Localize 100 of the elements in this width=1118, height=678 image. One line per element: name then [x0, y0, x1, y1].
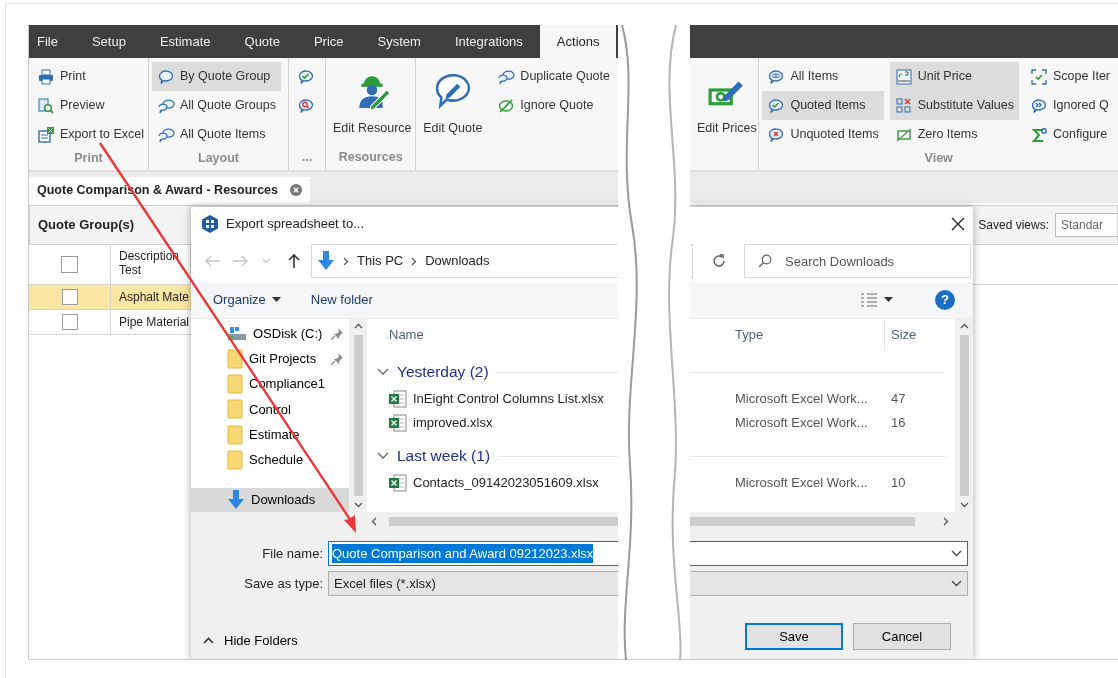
menu-tab[interactable]: Integrations — [437, 25, 540, 58]
scrollbar[interactable] — [349, 319, 367, 512]
ribbon-button[interactable]: All Items — [762, 62, 884, 91]
ribbon-button[interactable]: All Quote Groups — [152, 91, 281, 120]
file-size: 16 — [891, 414, 906, 433]
scroll-down-icon — [959, 502, 969, 508]
nav-item[interactable]: Schedule — [191, 447, 349, 473]
ribbon-button[interactable]: Edit Resource — [329, 62, 416, 146]
checkbox[interactable] — [61, 289, 78, 305]
folder-icon — [227, 424, 243, 445]
ribbon-button[interactable]: By Quote Group — [152, 62, 281, 91]
field-label: File name: — [261, 544, 324, 563]
scrollbar[interactable] — [191, 512, 618, 530]
chevron-down-icon — [951, 550, 962, 557]
column-header[interactable]: Name — [389, 325, 424, 345]
caret-icon — [271, 297, 281, 303]
chevron-down-icon — [262, 258, 271, 264]
ribbon-button[interactable]: Unit Price — [889, 62, 1019, 91]
dialog-button[interactable]: Save — [745, 623, 843, 650]
ribbon-button[interactable]: Ignored Q — [1025, 91, 1115, 120]
ribbon-button[interactable]: Configure — [1025, 120, 1115, 149]
field-label: Save as type: — [243, 574, 324, 593]
saved-view-field[interactable]: Standar — [1055, 213, 1117, 237]
chevron-down-icon — [951, 580, 962, 587]
download-arrow-icon — [317, 251, 335, 271]
scroll-up-icon — [959, 323, 969, 329]
address-bar[interactable] — [690, 244, 693, 278]
menu-tab[interactable]: Actions — [539, 25, 617, 58]
dialog-title: Export spreadsheet to... — [226, 214, 365, 233]
ribbon-button[interactable]: Preview — [32, 91, 150, 120]
arrow-bubble-icon — [1030, 97, 1048, 114]
menu-tab[interactable]: Price — [296, 25, 361, 58]
folder-icon — [227, 374, 243, 395]
help-button[interactable]: ? — [935, 290, 955, 310]
ribbon-button[interactable]: Duplicate Quote — [492, 62, 615, 91]
folder-icon — [227, 399, 243, 420]
pin-icon — [331, 327, 343, 340]
menu-tab[interactable]: Estimate — [142, 25, 228, 58]
dropdown-button[interactable] — [690, 541, 968, 566]
refresh-icon — [711, 254, 726, 268]
speech-bubbles-icon — [157, 97, 175, 114]
ribbon-button[interactable]: Unquoted Items — [762, 120, 884, 149]
scrollbar[interactable] — [955, 319, 973, 512]
file-type-dropdown[interactable]: Excel files (*.xlsx) — [328, 571, 618, 596]
column-header[interactable]: Size — [891, 325, 917, 345]
group-header[interactable]: Last week (1) — [397, 444, 491, 468]
menu-tab[interactable]: Quote — [227, 25, 297, 58]
menu-tab[interactable]: Setup — [74, 25, 143, 58]
ribbon-button[interactable]: All Quote Items — [152, 120, 281, 149]
check-bubble-icon — [297, 68, 315, 85]
speech-bubble-icon — [157, 68, 175, 85]
speech-bubbles-icon — [497, 68, 516, 85]
scroll-down-icon — [353, 502, 363, 508]
drive-icon — [227, 325, 247, 342]
x-bubble-icon — [767, 126, 786, 143]
slashed-circle-icon — [497, 97, 516, 114]
pin-icon — [331, 352, 343, 365]
search-bubble-icon — [297, 97, 315, 114]
breadcrumb-item[interactable]: This PC — [357, 251, 404, 271]
group-header[interactable]: Yesterday (2) — [397, 360, 489, 384]
close-button[interactable] — [951, 216, 965, 231]
file-name-field[interactable]: Quote Comparison and Award 09212023.xlsx — [328, 541, 618, 566]
menu-tab[interactable]: System — [360, 25, 438, 58]
column-header[interactable]: Type — [735, 325, 764, 345]
checkbox[interactable] — [61, 256, 78, 273]
checkbox[interactable] — [61, 314, 78, 330]
group-label: View — [923, 150, 954, 167]
ribbon-button[interactable]: Scope Iter — [1025, 62, 1115, 91]
file-name[interactable]: improved.xlsx — [413, 413, 493, 433]
menu-tab[interactable]: File — [29, 25, 75, 58]
toolbar-button[interactable]: Organize — [213, 290, 281, 310]
ribbon-button[interactable]: Zero Items — [889, 120, 1019, 149]
ribbon-button[interactable]: Quoted Items — [762, 91, 884, 120]
nav-item[interactable]: Downloads — [191, 487, 349, 513]
chevron-right-icon — [411, 256, 418, 266]
ribbon-button[interactable]: Substitute Values — [889, 91, 1019, 120]
nav-item[interactable]: Git Projects — [191, 346, 349, 372]
scroll-right-icon — [943, 516, 949, 526]
hide-folders-button[interactable]: Hide Folders — [203, 630, 298, 650]
search-field[interactable]: Search Downloads — [744, 244, 971, 278]
table-cell-text: Asphalt Mate — [118, 289, 191, 306]
dialog-button[interactable]: Cancel — [853, 623, 951, 650]
back-arrow-icon — [204, 255, 221, 267]
ribbon-button[interactable]: Export to Excel — [32, 120, 150, 149]
ribbon-button[interactable]: Ignore Quote — [492, 91, 615, 120]
scroll-up-icon — [353, 323, 363, 329]
number-grid-icon — [894, 68, 913, 85]
scrollbar[interactable] — [690, 512, 973, 530]
file-name[interactable]: Contacts_09142023051609.xlsx — [413, 473, 599, 493]
ribbon-button[interactable]: Edit Prices — [693, 62, 761, 146]
address-bar[interactable]: This PC Downloads — [311, 244, 618, 278]
breadcrumb-item[interactable]: Downloads — [425, 251, 490, 271]
ribbon-button[interactable]: Print — [32, 62, 150, 91]
view-options-button[interactable] — [860, 293, 893, 307]
panel-title: Quote Group(s) — [38, 216, 135, 235]
file-name[interactable]: InEight Control Columns List.xlsx — [413, 389, 604, 409]
table-cell-text: Pipe Material — [118, 314, 191, 331]
ribbon-button[interactable]: Edit Quote — [419, 62, 487, 146]
printer-icon — [37, 68, 55, 85]
toolbar-button[interactable]: New folder — [310, 290, 373, 310]
